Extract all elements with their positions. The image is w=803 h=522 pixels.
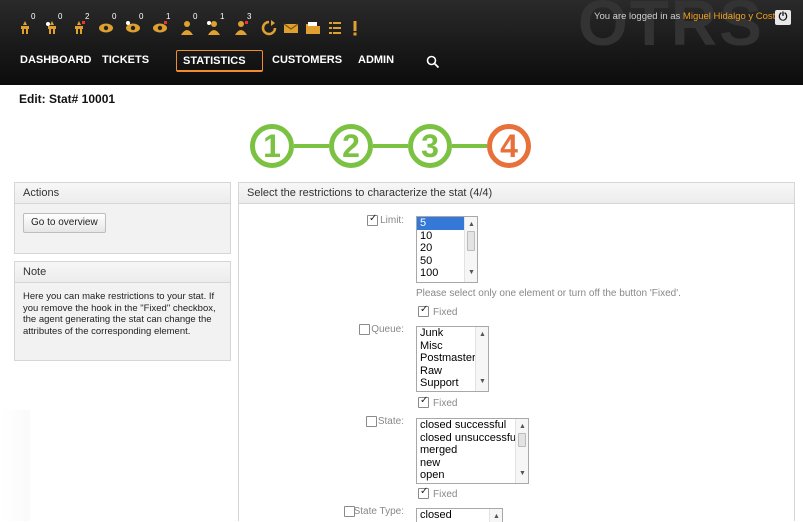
state-label: State: [377,416,404,427]
nav-admin[interactable]: ADMIN [352,50,400,72]
note-text: Here you can make restrictions to your s… [15,283,230,360]
go-to-overview-button[interactable]: Go to overview [23,213,106,233]
actions-panel: Actions Go to overview [14,182,231,254]
step-connector [452,144,487,148]
state-select[interactable]: closed successful closed unsuccessful me… [416,418,529,484]
ticket-locked-reminder-count: 2 [85,12,90,21]
refresh-icon[interactable] [258,14,282,38]
ticket-watched-new-count: 0 [139,12,144,21]
ticket-locked-new-count: 0 [58,12,63,21]
otrs-logo: OTRS [578,0,764,59]
step-connector [294,144,329,148]
ticket-responsible-new-count: 1 [220,12,225,21]
state-option[interactable]: closed successful [417,419,528,432]
alert-icon[interactable] [344,14,368,38]
logout-icon[interactable]: ⏻ [775,10,791,25]
restrictions-panel: Select the restrictions to characterize … [238,182,795,522]
note-title: Note [15,262,230,283]
nav-statistics[interactable]: STATISTICS [176,50,263,72]
ticket-watched-new-icon[interactable]: 0 [122,12,146,38]
restrictions-title: Select the restrictions to characterize … [239,183,794,204]
ticket-locked-count: 0 [31,12,36,21]
step-4: 4 [487,124,531,168]
ticket-responsible-reminder-count: 3 [247,12,252,21]
queue-fixed-checkbox[interactable] [418,395,429,408]
ticket-watched-count: 0 [112,12,117,21]
ticket-responsible-new-icon[interactable]: 1 [203,12,227,38]
queue-fixed-label: Fixed [433,398,458,409]
queue-select[interactable]: Junk Misc Postmaster Raw Support ▲ ▼ [416,326,489,392]
state-option[interactable]: new [417,457,528,470]
state-type-scrollbar[interactable]: ▲ [489,509,502,522]
ticket-watched-icon[interactable]: 0 [95,12,119,38]
folder-icon[interactable] [302,14,326,38]
limit-scrollbar[interactable]: ▲ ▼ [464,217,477,282]
state-type-select[interactable]: closed ▲ [416,508,503,522]
nav-customers[interactable]: CUSTOMERS [266,50,348,72]
login-text: You are logged in as [594,11,681,22]
state-scrollbar[interactable]: ▲ ▼ [515,419,528,483]
ticket-watched-reminder-count: 1 [166,12,171,21]
ticket-watched-reminder-icon[interactable]: 1 [149,12,173,38]
ticket-responsible-count: 0 [193,12,198,21]
state-fixed-checkbox[interactable] [418,486,429,499]
state-type-label: State Type: [353,506,404,517]
header-bar: OTRS 0 0 2 0 0 1 0 1 3 DASHBOARD TICKETS… [0,0,803,85]
limit-fixed-label: Fixed [433,307,458,318]
step-1[interactable]: 1 [250,124,294,168]
step-2[interactable]: 2 [329,124,373,168]
email-icon[interactable] [280,14,304,38]
ticket-responsible-reminder-icon[interactable]: 3 [230,12,254,38]
search-icon[interactable] [420,50,446,72]
ticket-responsible-icon[interactable]: 0 [176,12,200,38]
state-option[interactable]: open [417,469,528,482]
queue-scrollbar[interactable]: ▲ ▼ [475,327,488,391]
limit-label: Limit: [380,215,404,226]
ticket-locked-new-icon[interactable]: 0 [41,12,65,38]
limit-fixed-checkbox[interactable] [418,304,429,317]
actions-title: Actions [15,183,230,204]
state-fixed-label: Fixed [433,489,458,500]
nav-tickets[interactable]: TICKETS [96,50,155,72]
limit-hint: Please select only one element or turn o… [416,288,681,299]
user-name-link[interactable]: Miguel Hidalgo y Costilla [683,11,787,22]
queue-label: Queue: [371,324,404,335]
step-3[interactable]: 3 [408,124,452,168]
state-option[interactable]: merged [417,444,528,457]
login-info: You are logged in as Miguel Hidalgo y Co… [594,11,787,22]
note-panel: Note Here you can make restrictions to y… [14,261,231,361]
state-option[interactable]: closed unsuccessful [417,432,528,445]
page-edge-shadow [0,410,30,521]
limit-select[interactable]: 5 10 20 50 100 ▲ ▼ [416,216,478,283]
ticket-locked-icon[interactable]: 0 [14,12,38,38]
nav-dashboard[interactable]: DASHBOARD [14,50,98,72]
page-title: Edit: Stat# 10001 [19,92,116,106]
ticket-locked-reminder-icon[interactable]: 2 [68,12,92,38]
step-connector [373,144,408,148]
